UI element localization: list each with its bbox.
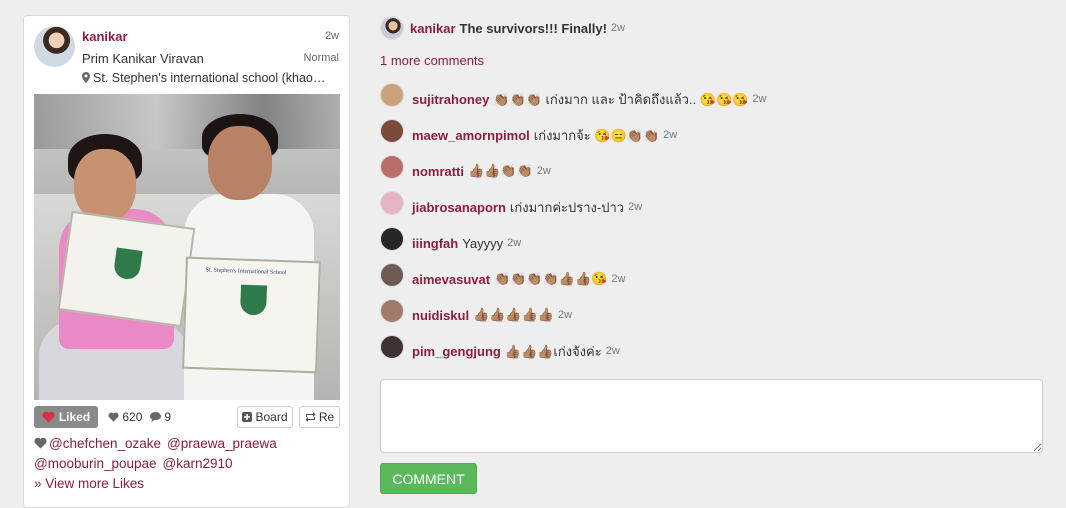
- commenter-avatar[interactable]: [380, 155, 404, 179]
- commenter-avatar[interactable]: [380, 263, 404, 287]
- certificate-left: [57, 210, 196, 328]
- commenter-username[interactable]: nomratti: [412, 164, 464, 179]
- comment-timestamp: 2w: [611, 273, 626, 285]
- photo-filter-label: Normal: [303, 52, 339, 64]
- caption-author-avatar[interactable]: [380, 16, 404, 40]
- certificate-school-name: St. Stephen's International School: [205, 267, 287, 277]
- load-more-comments-link[interactable]: 1 more comments: [380, 53, 484, 68]
- commenter-username[interactable]: aimevasuvat: [412, 272, 490, 287]
- likers-list: @chefchen_ozake @praewa_praewa @mooburin_…: [34, 434, 340, 494]
- post-actions: Liked 620 9 Board Re: [34, 406, 340, 428]
- comment-item: sujitrahoney 👏🏽👏🏽👏🏽 เก่งมาก และ ป้าคิดถึ…: [380, 81, 1040, 117]
- comment-text: 👍🏽👍🏽👏🏽👏🏽: [468, 163, 533, 178]
- comment-timestamp: 2w: [628, 201, 643, 213]
- post-caption: kanikar The survivors!!! Finally! 2w: [380, 15, 625, 41]
- comment-list: sujitrahoney 👏🏽👏🏽👏🏽 เก่งมาก และ ป้าคิดถึ…: [380, 81, 1040, 369]
- comment-item: iiingfah Yayyyy 2w: [380, 225, 1040, 261]
- comment-item: nomratti 👍🏽👍🏽👏🏽👏🏽 2w: [380, 153, 1040, 189]
- commenter-avatar[interactable]: [380, 119, 404, 143]
- comment-bubble-icon: [150, 412, 161, 422]
- repost-label: Re: [318, 410, 335, 424]
- post-header: kanikar 2w Prim Kanikar Viravan Normal S…: [24, 16, 349, 94]
- like-count-value: 620: [122, 410, 143, 424]
- liker-link[interactable]: @karn2910: [163, 456, 233, 471]
- caption-timestamp: 2w: [610, 22, 625, 34]
- comment-text: 👏🏽👏🏽👏🏽 เก่งมาก และ ป้าคิดถึงแล้ว.. 😘😘😘: [493, 91, 749, 107]
- commenter-avatar[interactable]: [380, 227, 404, 251]
- post-timestamp: 2w: [324, 30, 339, 42]
- comment-timestamp: 2w: [605, 345, 620, 357]
- heart-likers-icon: [34, 437, 47, 449]
- heart-icon: [42, 411, 55, 423]
- comment-count-value: 9: [164, 410, 172, 424]
- plus-square-icon: [242, 412, 253, 422]
- view-more-likes-link[interactable]: » View more Likes: [34, 476, 144, 491]
- comment-text: เก่งมากค่ะปราง-ปาว: [509, 199, 625, 215]
- comment-timestamp: 2w: [507, 237, 522, 249]
- caption-author-username[interactable]: kanikar: [410, 21, 456, 36]
- submit-comment-button[interactable]: COMMENT: [380, 463, 477, 494]
- comment-item: maew_amornpimol เก่งมากจ้ะ 😘😑👏🏽👏🏽 2w: [380, 117, 1040, 153]
- add-to-board-label: Board: [255, 410, 288, 424]
- post-author-avatar[interactable]: [34, 26, 75, 67]
- comment-timestamp: 2w: [558, 309, 573, 321]
- liked-button-label: Liked: [58, 410, 91, 424]
- liker-link[interactable]: @praewa_praewa: [167, 436, 277, 451]
- commenter-username[interactable]: jiabrosanaporn: [412, 200, 506, 215]
- comment-item: aimevasuvat 👏🏽👏🏽👏🏽👏🏽👍🏽👍🏽😘 2w: [380, 261, 1040, 297]
- comment-input[interactable]: [380, 379, 1043, 453]
- liked-button[interactable]: Liked: [34, 406, 98, 428]
- comment-text: Yayyyy: [462, 235, 504, 251]
- post-location[interactable]: St. Stephen's international school (khao…: [82, 71, 342, 85]
- post-photo[interactable]: St. Stephen's International School: [34, 94, 340, 400]
- post-author-username[interactable]: kanikar: [82, 29, 128, 44]
- comment-item: jiabrosanaporn เก่งมากค่ะปราง-ปาว 2w: [380, 189, 1040, 225]
- post-card: kanikar 2w Prim Kanikar Viravan Normal S…: [23, 15, 350, 508]
- repost-icon: [305, 412, 316, 422]
- commenter-avatar[interactable]: [380, 299, 404, 323]
- commenter-username[interactable]: iiingfah: [412, 236, 458, 251]
- repost-button[interactable]: Re: [299, 406, 340, 428]
- commenter-avatar[interactable]: [380, 335, 404, 359]
- comment-item: pim_gengjung 👍🏽👍🏽👍🏽เก่งจังค่ะ 2w: [380, 333, 1040, 369]
- commenter-username[interactable]: sujitrahoney: [412, 92, 489, 107]
- commenter-username[interactable]: nuidiskul: [412, 308, 469, 323]
- heart-outline-icon: [108, 412, 119, 422]
- commenter-avatar[interactable]: [380, 83, 404, 107]
- caption-text: The survivors!!! Finally!: [459, 20, 607, 36]
- comment-timestamp: 2w: [536, 165, 551, 177]
- add-to-board-button[interactable]: Board: [237, 406, 293, 428]
- commenter-username[interactable]: pim_gengjung: [412, 344, 501, 359]
- comment-timestamp: 2w: [663, 129, 678, 141]
- commenter-avatar[interactable]: [380, 191, 404, 215]
- comment-text: เก่งมากจ้ะ 😘😑👏🏽👏🏽: [533, 127, 660, 143]
- comment-item: nuidiskul 👍🏽👍🏽👍🏽👍🏽👍🏽 2w: [380, 297, 1040, 333]
- like-count[interactable]: 620: [108, 410, 142, 424]
- comment-text: 👏🏽👏🏽👏🏽👏🏽👍🏽👍🏽😘: [494, 271, 608, 286]
- comment-text: 👍🏽👍🏽👍🏽เก่งจังค่ะ: [504, 343, 602, 359]
- comment-timestamp: 2w: [752, 93, 767, 105]
- commenter-username[interactable]: maew_amornpimol: [412, 128, 530, 143]
- post-location-text: St. Stephen's international school (khao…: [93, 71, 326, 85]
- comment-text: 👍🏽👍🏽👍🏽👍🏽👍🏽: [473, 307, 554, 322]
- liker-link[interactable]: @chefchen_ozake: [49, 436, 161, 451]
- comment-count[interactable]: 9: [150, 410, 171, 424]
- post-author-fullname: Prim Kanikar Viravan: [82, 51, 204, 66]
- certificate-right: St. Stephen's International School: [182, 256, 321, 374]
- map-pin-icon: [82, 72, 90, 83]
- liker-link[interactable]: @mooburin_poupae: [34, 456, 157, 471]
